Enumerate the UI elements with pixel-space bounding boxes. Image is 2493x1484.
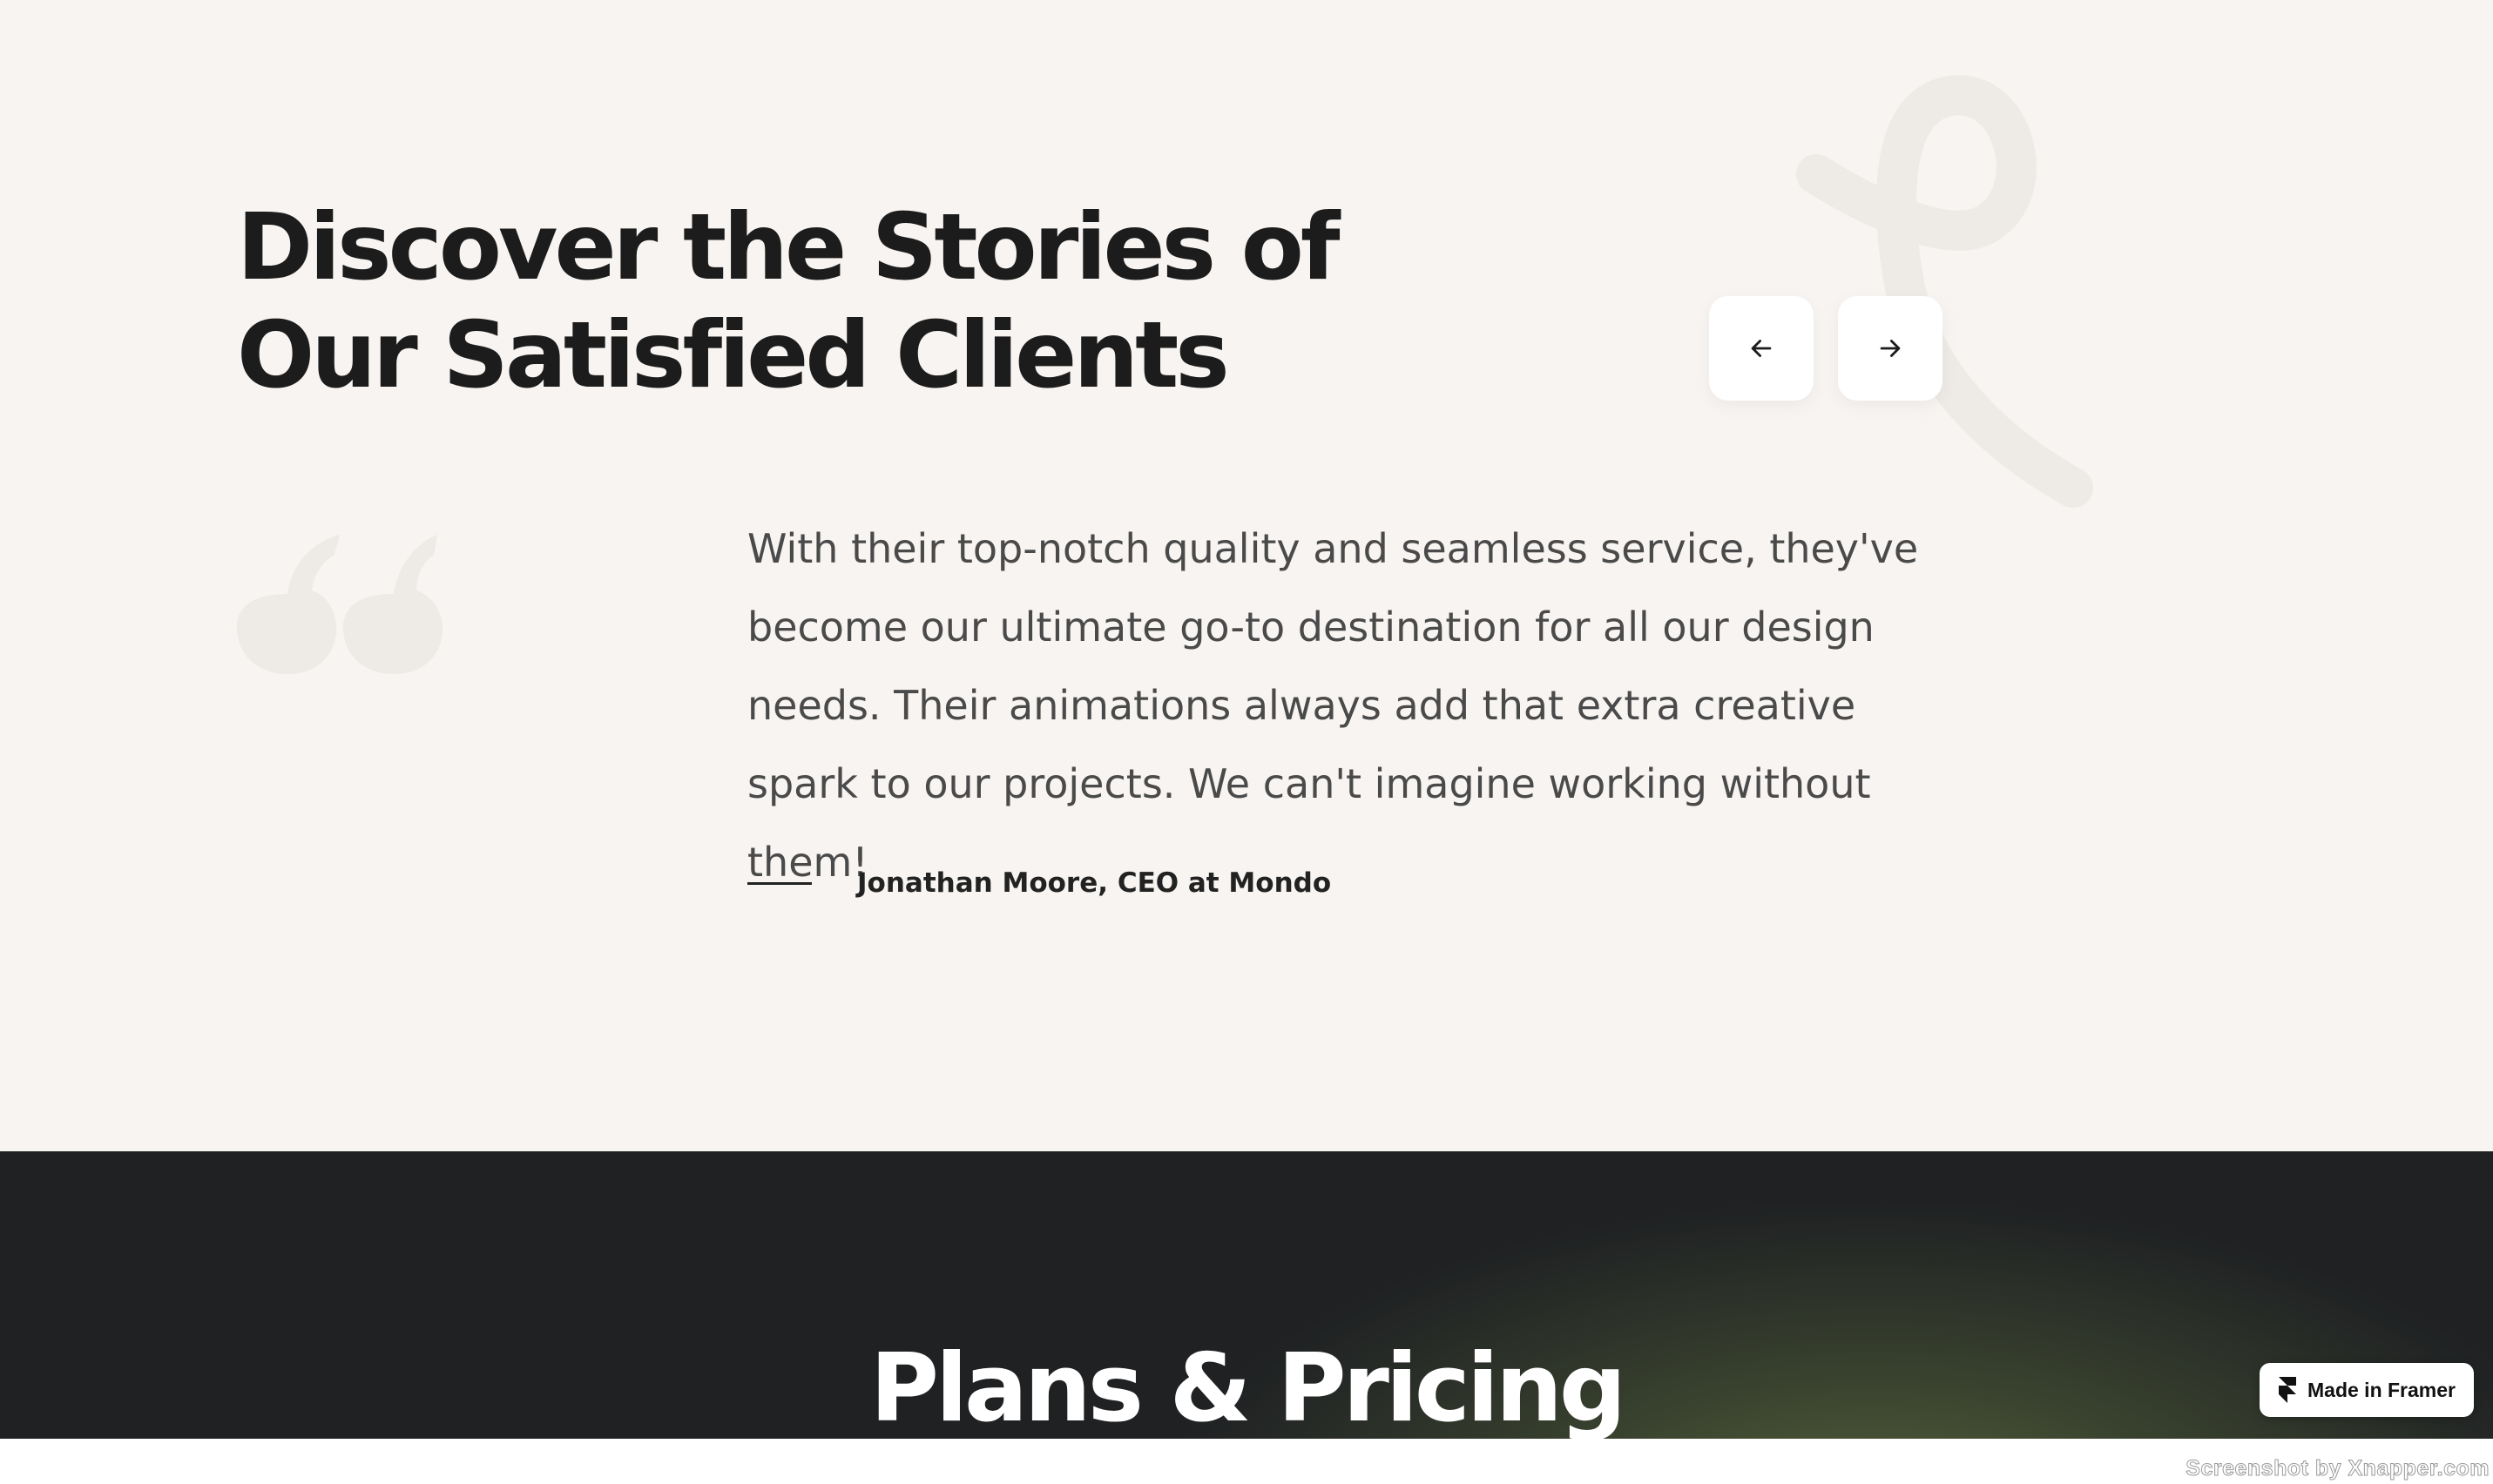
framer-logo-icon bbox=[2279, 1377, 2296, 1403]
screenshot-watermark: Screenshot by Xnapper.com bbox=[2186, 1456, 2490, 1481]
heading-line-1: Discover the Stories of bbox=[237, 194, 1341, 300]
testimonial-author: Jonathan Moore, CEO at Mondo bbox=[857, 867, 1332, 899]
pricing-title: Plans & Pricing bbox=[869, 1334, 1626, 1439]
testimonials-section: Discover the Stories of Our Satisfied Cl… bbox=[0, 0, 2493, 1151]
quote-mark-icon bbox=[237, 535, 443, 674]
author-divider bbox=[747, 882, 812, 885]
testimonial-quote: With their top-notch quality and seamles… bbox=[747, 525, 1919, 886]
next-testimonial-button[interactable] bbox=[1838, 296, 1942, 401]
made-in-framer-badge[interactable]: Made in Framer bbox=[2260, 1363, 2474, 1417]
pricing-section: Plans & Pricing bbox=[0, 1151, 2493, 1439]
section-heading: Discover the Stories of Our Satisfied Cl… bbox=[237, 193, 1369, 409]
heading-line-2: Our Satisfied Clients bbox=[237, 302, 1230, 408]
squiggle-decoration-icon bbox=[1796, 75, 2093, 508]
framer-badge-label: Made in Framer bbox=[2307, 1378, 2456, 1401]
arrow-right-icon bbox=[1880, 340, 1901, 357]
previous-testimonial-button[interactable] bbox=[1709, 296, 1814, 401]
arrow-left-icon bbox=[1751, 340, 1772, 357]
